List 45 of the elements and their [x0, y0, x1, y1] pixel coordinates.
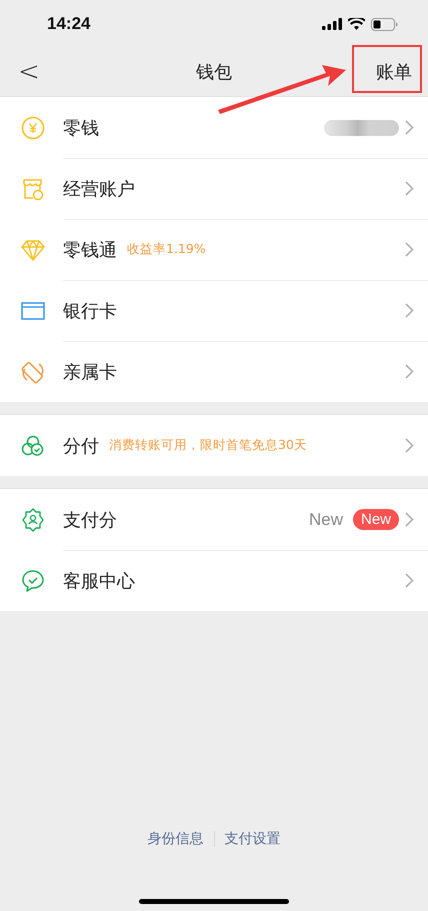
row-value: New — [308, 510, 343, 530]
chevron-icon — [405, 303, 414, 318]
row-label: 亲属卡 — [63, 360, 117, 384]
menu-row[interactable]: 银行卡 — [0, 280, 428, 341]
row-label: 银行卡 — [63, 300, 117, 322]
cards-icon — [21, 360, 45, 384]
coin-icon — [21, 116, 45, 140]
row-note: 消费转账可用，限时首笔免息30天 — [109, 437, 307, 454]
footer-link[interactable]: 支付设置 — [214, 830, 290, 848]
row-label: 零钱通 — [63, 238, 117, 262]
chevron-icon — [405, 120, 414, 135]
row-label: 客服中心 — [63, 570, 135, 592]
status-time: 14:24 — [47, 14, 90, 34]
page-title: 钱包 — [196, 61, 232, 84]
shop-icon — [21, 176, 45, 200]
row-label: 分付 — [63, 434, 99, 458]
menu-row[interactable]: 经营账户 — [0, 158, 428, 219]
signal-icon — [322, 18, 342, 30]
menu-row[interactable]: 客服中心 — [0, 550, 428, 611]
chevron-icon — [405, 438, 414, 453]
back-button[interactable]: < — [14, 57, 44, 87]
chevron-icon — [405, 573, 414, 588]
wifi-icon — [348, 18, 365, 30]
menu-row[interactable]: 零钱通 收益率1.19% — [0, 219, 428, 280]
chevron-icon — [405, 364, 414, 379]
diamond-icon — [21, 238, 45, 260]
chevron-icon — [405, 242, 414, 257]
menu-row[interactable]: 零钱 — [0, 97, 428, 158]
chat-check-icon — [21, 568, 45, 592]
row-note: 收益率1.19% — [127, 241, 206, 258]
row-label: 支付分 — [63, 508, 117, 532]
chevron-icon — [405, 181, 414, 196]
menu-row[interactable]: 支付分 New New — [0, 489, 428, 550]
menu-row[interactable]: 分付 消费转账可用，限时首笔免息30天 — [0, 415, 428, 476]
bills-button[interactable]: 账单 — [370, 52, 418, 92]
circles-check-icon — [21, 434, 45, 458]
menu-row[interactable]: 亲属卡 — [0, 341, 428, 402]
chevron-icon — [405, 512, 414, 527]
badge-person-icon — [21, 508, 45, 532]
card-icon — [21, 300, 45, 320]
footer-link[interactable]: 身份信息 — [138, 830, 214, 848]
new-badge: New — [352, 509, 399, 530]
row-label: 经营账户 — [63, 178, 135, 200]
battery-icon — [371, 18, 398, 30]
row-label: 零钱 — [63, 116, 99, 140]
